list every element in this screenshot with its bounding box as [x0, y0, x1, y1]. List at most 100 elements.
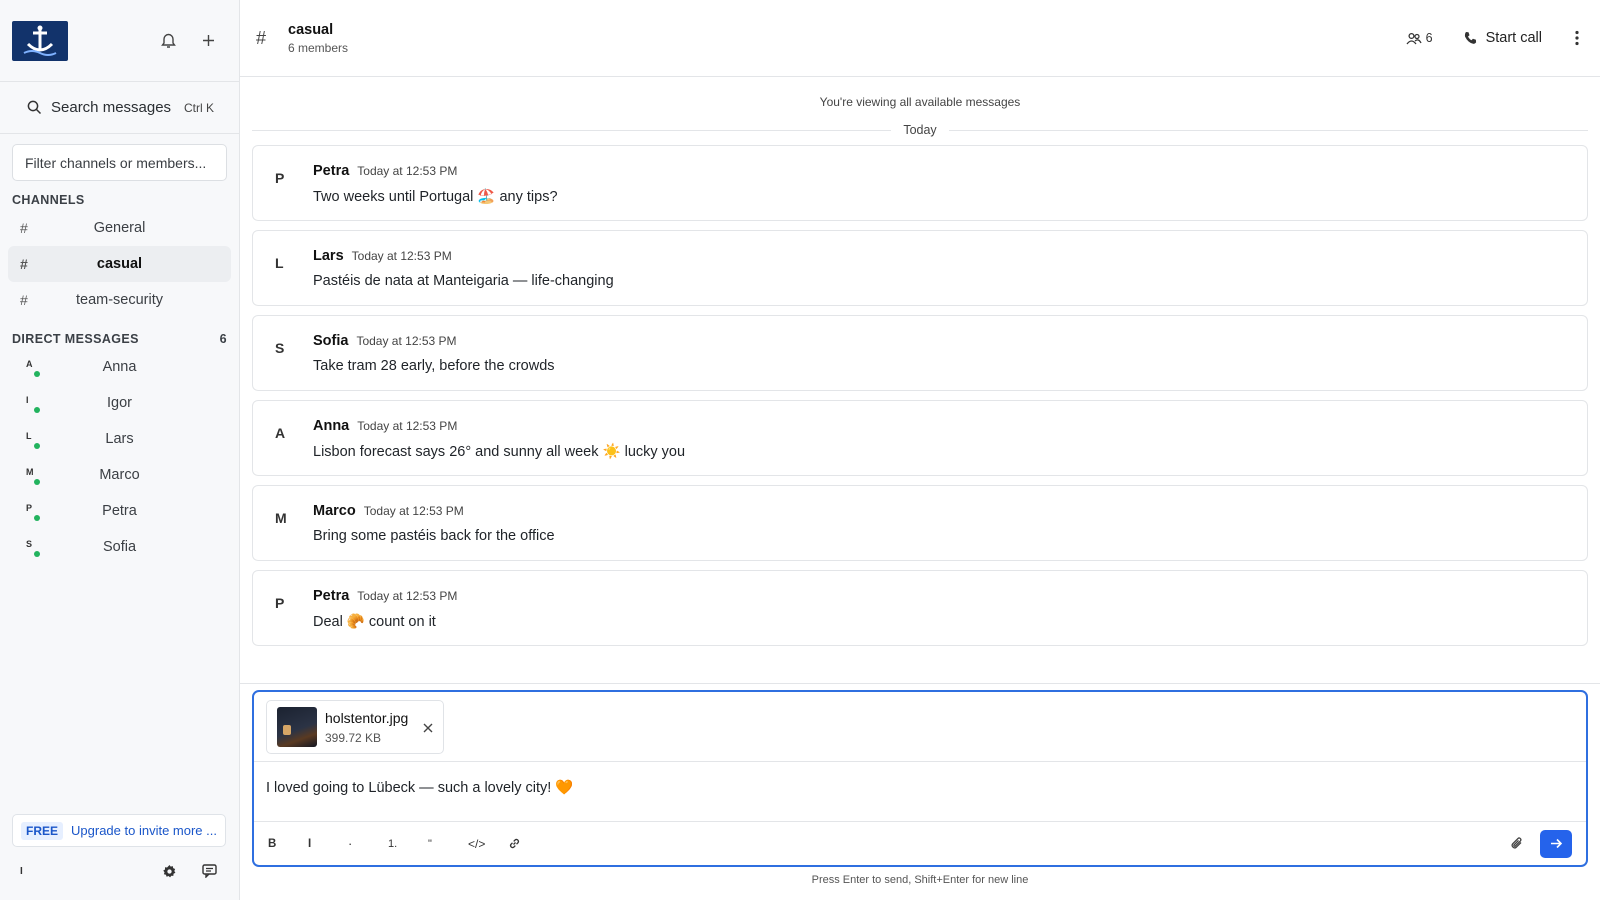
more-options-icon[interactable]	[1572, 30, 1582, 46]
dm-header-label: DIRECT MESSAGES	[12, 332, 139, 346]
composer-area: holstentor.jpg 399.72 KB I loved going t…	[240, 683, 1600, 900]
send-arrow-icon	[1550, 838, 1562, 849]
user-avatar[interactable]: I	[20, 866, 23, 877]
message-timestamp: Today at 12:53 PM	[357, 419, 458, 433]
channels-header-label: CHANNELS	[12, 193, 85, 207]
sidebar-footer: I	[0, 862, 240, 880]
message-timestamp: Today at 12:53 PM	[351, 249, 452, 263]
channel-main: # casual 6 members 6 Start call You're v…	[240, 0, 1600, 900]
message-author[interactable]: Marco	[313, 503, 356, 519]
channel-name: team-security	[75, 292, 164, 308]
link-icon[interactable]	[508, 837, 548, 850]
sidebar-channel-team-security[interactable]: # team-security	[8, 282, 231, 318]
avatar: P	[275, 595, 285, 611]
avatar: A	[275, 425, 286, 441]
upgrade-banner[interactable]: FREE Upgrade to invite more ...	[12, 814, 226, 847]
italic-button[interactable]: I	[308, 838, 348, 850]
channel-title: casual	[288, 21, 334, 38]
message-author[interactable]: Petra	[313, 163, 349, 179]
date-divider: Today	[252, 123, 1589, 137]
message-item[interactable]: P Petra Today at 12:53 PM Two weeks unti…	[252, 145, 1588, 221]
sidebar-dm-sofia[interactable]: S Sofia	[8, 529, 231, 565]
sidebar-channel-general[interactable]: # General	[8, 210, 231, 246]
settings-gear-icon[interactable]	[160, 862, 178, 880]
dm-name: Lars	[105, 431, 134, 447]
channel-member-count: 6 members	[288, 40, 349, 55]
sidebar-dm-igor[interactable]: I Igor	[8, 385, 231, 421]
message-item[interactable]: P Petra Today at 12:53 PM Deal 🥐 count o…	[252, 570, 1588, 646]
channel-header: # casual 6 members 6 Start call	[240, 0, 1600, 77]
message-text: Deal 🥐 count on it	[313, 614, 436, 630]
sidebar-dm-petra[interactable]: P Petra	[8, 493, 231, 529]
attachment-filename: holstentor.jpg	[325, 709, 409, 726]
message-composer[interactable]: holstentor.jpg 399.72 KB I loved going t…	[252, 690, 1588, 867]
message-text: Take tram 28 early, before the crowds	[313, 358, 555, 374]
sidebar-dm-anna[interactable]: A Anna	[8, 349, 231, 385]
attachment-chip[interactable]: holstentor.jpg 399.72 KB	[266, 700, 444, 754]
workspace-logo[interactable]	[12, 20, 68, 61]
filter-channels-input[interactable]: Filter channels or members...	[12, 144, 227, 181]
sidebar-dm-lars[interactable]: L Lars	[8, 421, 231, 457]
members-icon	[1406, 32, 1422, 44]
avatar: L	[275, 255, 284, 271]
formatting-toolbar: B I · 1. " </>	[254, 822, 1586, 865]
search-shortcut: Ctrl K	[184, 100, 214, 115]
channel-hash-icon: #	[256, 27, 267, 48]
history-notice: You're viewing all available messages	[819, 95, 1021, 109]
dm-name: Igor	[107, 395, 132, 411]
start-call-button[interactable]: Start call	[1463, 30, 1542, 46]
quote-button[interactable]: "	[428, 838, 468, 850]
date-divider-label: Today	[903, 123, 937, 137]
add-plus-icon[interactable]	[199, 32, 217, 50]
message-list: P Petra Today at 12:53 PM Two weeks unti…	[240, 137, 1600, 646]
upgrade-link[interactable]: Upgrade to invite more ...	[71, 823, 217, 838]
search-messages-button[interactable]: Search messages Ctrl K	[0, 82, 239, 134]
anchor-logo-icon	[23, 25, 57, 56]
direct-messages-section-header: DIRECT MESSAGES 6	[0, 329, 239, 349]
message-item[interactable]: A Anna Today at 12:53 PM Lisbon forecast…	[252, 400, 1588, 476]
dm-name: Sofia	[102, 539, 137, 555]
dm-name: Anna	[102, 359, 137, 375]
message-timestamp: Today at 12:53 PM	[357, 164, 458, 178]
numbered-list-button[interactable]: 1.	[388, 838, 428, 850]
attach-paperclip-icon[interactable]	[1508, 835, 1526, 853]
message-item[interactable]: S Sofia Today at 12:53 PM Take tram 28 e…	[252, 315, 1588, 391]
avatar: S	[275, 340, 285, 356]
message-author[interactable]: Anna	[313, 418, 349, 434]
message-timestamp: Today at 12:53 PM	[357, 589, 458, 603]
message-timestamp: Today at 12:53 PM	[356, 334, 457, 348]
channel-name: General	[93, 220, 146, 236]
members-count: 6	[1425, 31, 1433, 45]
message-author[interactable]: Sofia	[313, 333, 348, 349]
send-button[interactable]	[1540, 829, 1572, 858]
remove-attachment-close-icon[interactable]	[423, 720, 433, 736]
message-text: Two weeks until Portugal 🏖️ any tips?	[313, 189, 558, 205]
search-label: Search messages	[51, 99, 172, 116]
channels-section-header: CHANNELS	[0, 190, 239, 210]
message-item[interactable]: L Lars Today at 12:53 PM Pastéis de nata…	[252, 230, 1588, 306]
message-input[interactable]: I loved going to Lübeck — such a lovely …	[254, 762, 1586, 822]
message-text: Lisbon forecast says 26° and sunny all w…	[313, 444, 686, 460]
search-icon	[25, 99, 43, 117]
members-button[interactable]: 6	[1406, 31, 1433, 45]
sidebar-header	[0, 0, 239, 82]
message-author[interactable]: Petra	[313, 588, 349, 604]
feedback-chat-icon[interactable]	[200, 862, 218, 880]
sidebar-dm-marco[interactable]: M Marco	[8, 457, 231, 493]
dm-count: 6	[219, 332, 227, 346]
notifications-bell-icon[interactable]	[159, 32, 177, 50]
message-author[interactable]: Lars	[313, 248, 344, 264]
sidebar-channel-casual[interactable]: # casual	[8, 246, 231, 282]
code-button[interactable]: </>	[468, 837, 508, 851]
attachment-filesize: 399.72 KB	[325, 730, 382, 745]
message-text: Bring some pastéis back for the office	[313, 528, 555, 544]
attachment-thumbnail	[277, 707, 317, 747]
message-text: Pastéis de nata at Manteigaria — life-ch…	[313, 273, 614, 289]
bold-button[interactable]: B	[268, 838, 308, 850]
avatar: M	[275, 510, 287, 526]
bullet-list-button[interactable]: ·	[348, 836, 388, 851]
dm-name: Marco	[99, 467, 140, 483]
composer-hint: Press Enter to send, Shift+Enter for new…	[811, 874, 1029, 886]
message-item[interactable]: M Marco Today at 12:53 PM Bring some pas…	[252, 485, 1588, 561]
dm-name: Petra	[102, 503, 137, 519]
